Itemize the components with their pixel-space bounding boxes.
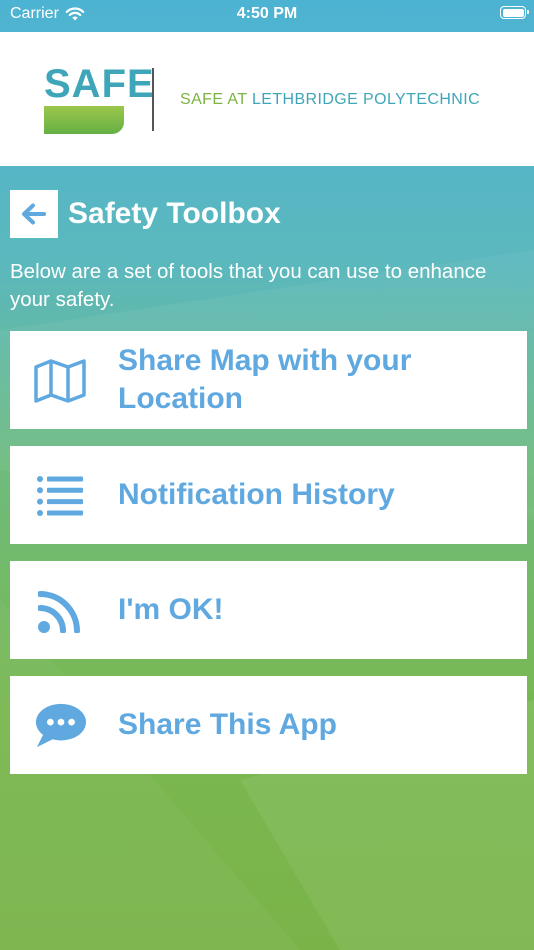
status-bar: Carrier 4:50 PM: [0, 0, 534, 32]
header-divider: [152, 68, 154, 131]
logo-text: SAFE: [44, 62, 155, 106]
page-description: Below are a set of tools that you can us…: [10, 260, 487, 311]
share-map-label: Share Map with your Location: [118, 344, 412, 415]
chat-bubble-icon: [34, 700, 86, 752]
map-icon: [34, 355, 86, 407]
status-time: 4:50 PM: [236, 5, 298, 22]
tagline-accent: SAFE AT: [180, 91, 248, 108]
tagline-rest: LETHBRIDGE POLYTECHNIC: [247, 91, 481, 108]
tagline: SAFE AT LETHBRIDGE POLYTECHNIC: [180, 91, 480, 109]
safe-logo: SAFE: [44, 62, 155, 134]
im-ok-label: I'm OK!: [118, 593, 224, 626]
app-header: SAFE SAFE AT LETHBRIDGE POLYTECHNIC: [0, 32, 534, 166]
logo-bar: [44, 106, 124, 134]
back-arrow-icon: [22, 203, 46, 225]
share-app-button[interactable]: Share This App: [10, 676, 527, 774]
notification-history-button[interactable]: Notification History: [10, 446, 527, 544]
notification-history-label: Notification History: [118, 478, 395, 511]
page-title: Safety Toolbox: [68, 197, 281, 230]
back-button[interactable]: [10, 190, 58, 238]
battery-icon: [500, 6, 529, 19]
app-screen: Carrier 4:50 PM SAFE SAFE AT LETHBRIDGE …: [0, 0, 534, 950]
share-app-label: Share This App: [118, 708, 337, 741]
im-ok-button[interactable]: I'm OK!: [10, 561, 527, 659]
rss-icon: [34, 585, 86, 637]
list-icon: [34, 470, 86, 522]
share-map-button[interactable]: Share Map with your Location: [10, 331, 527, 429]
